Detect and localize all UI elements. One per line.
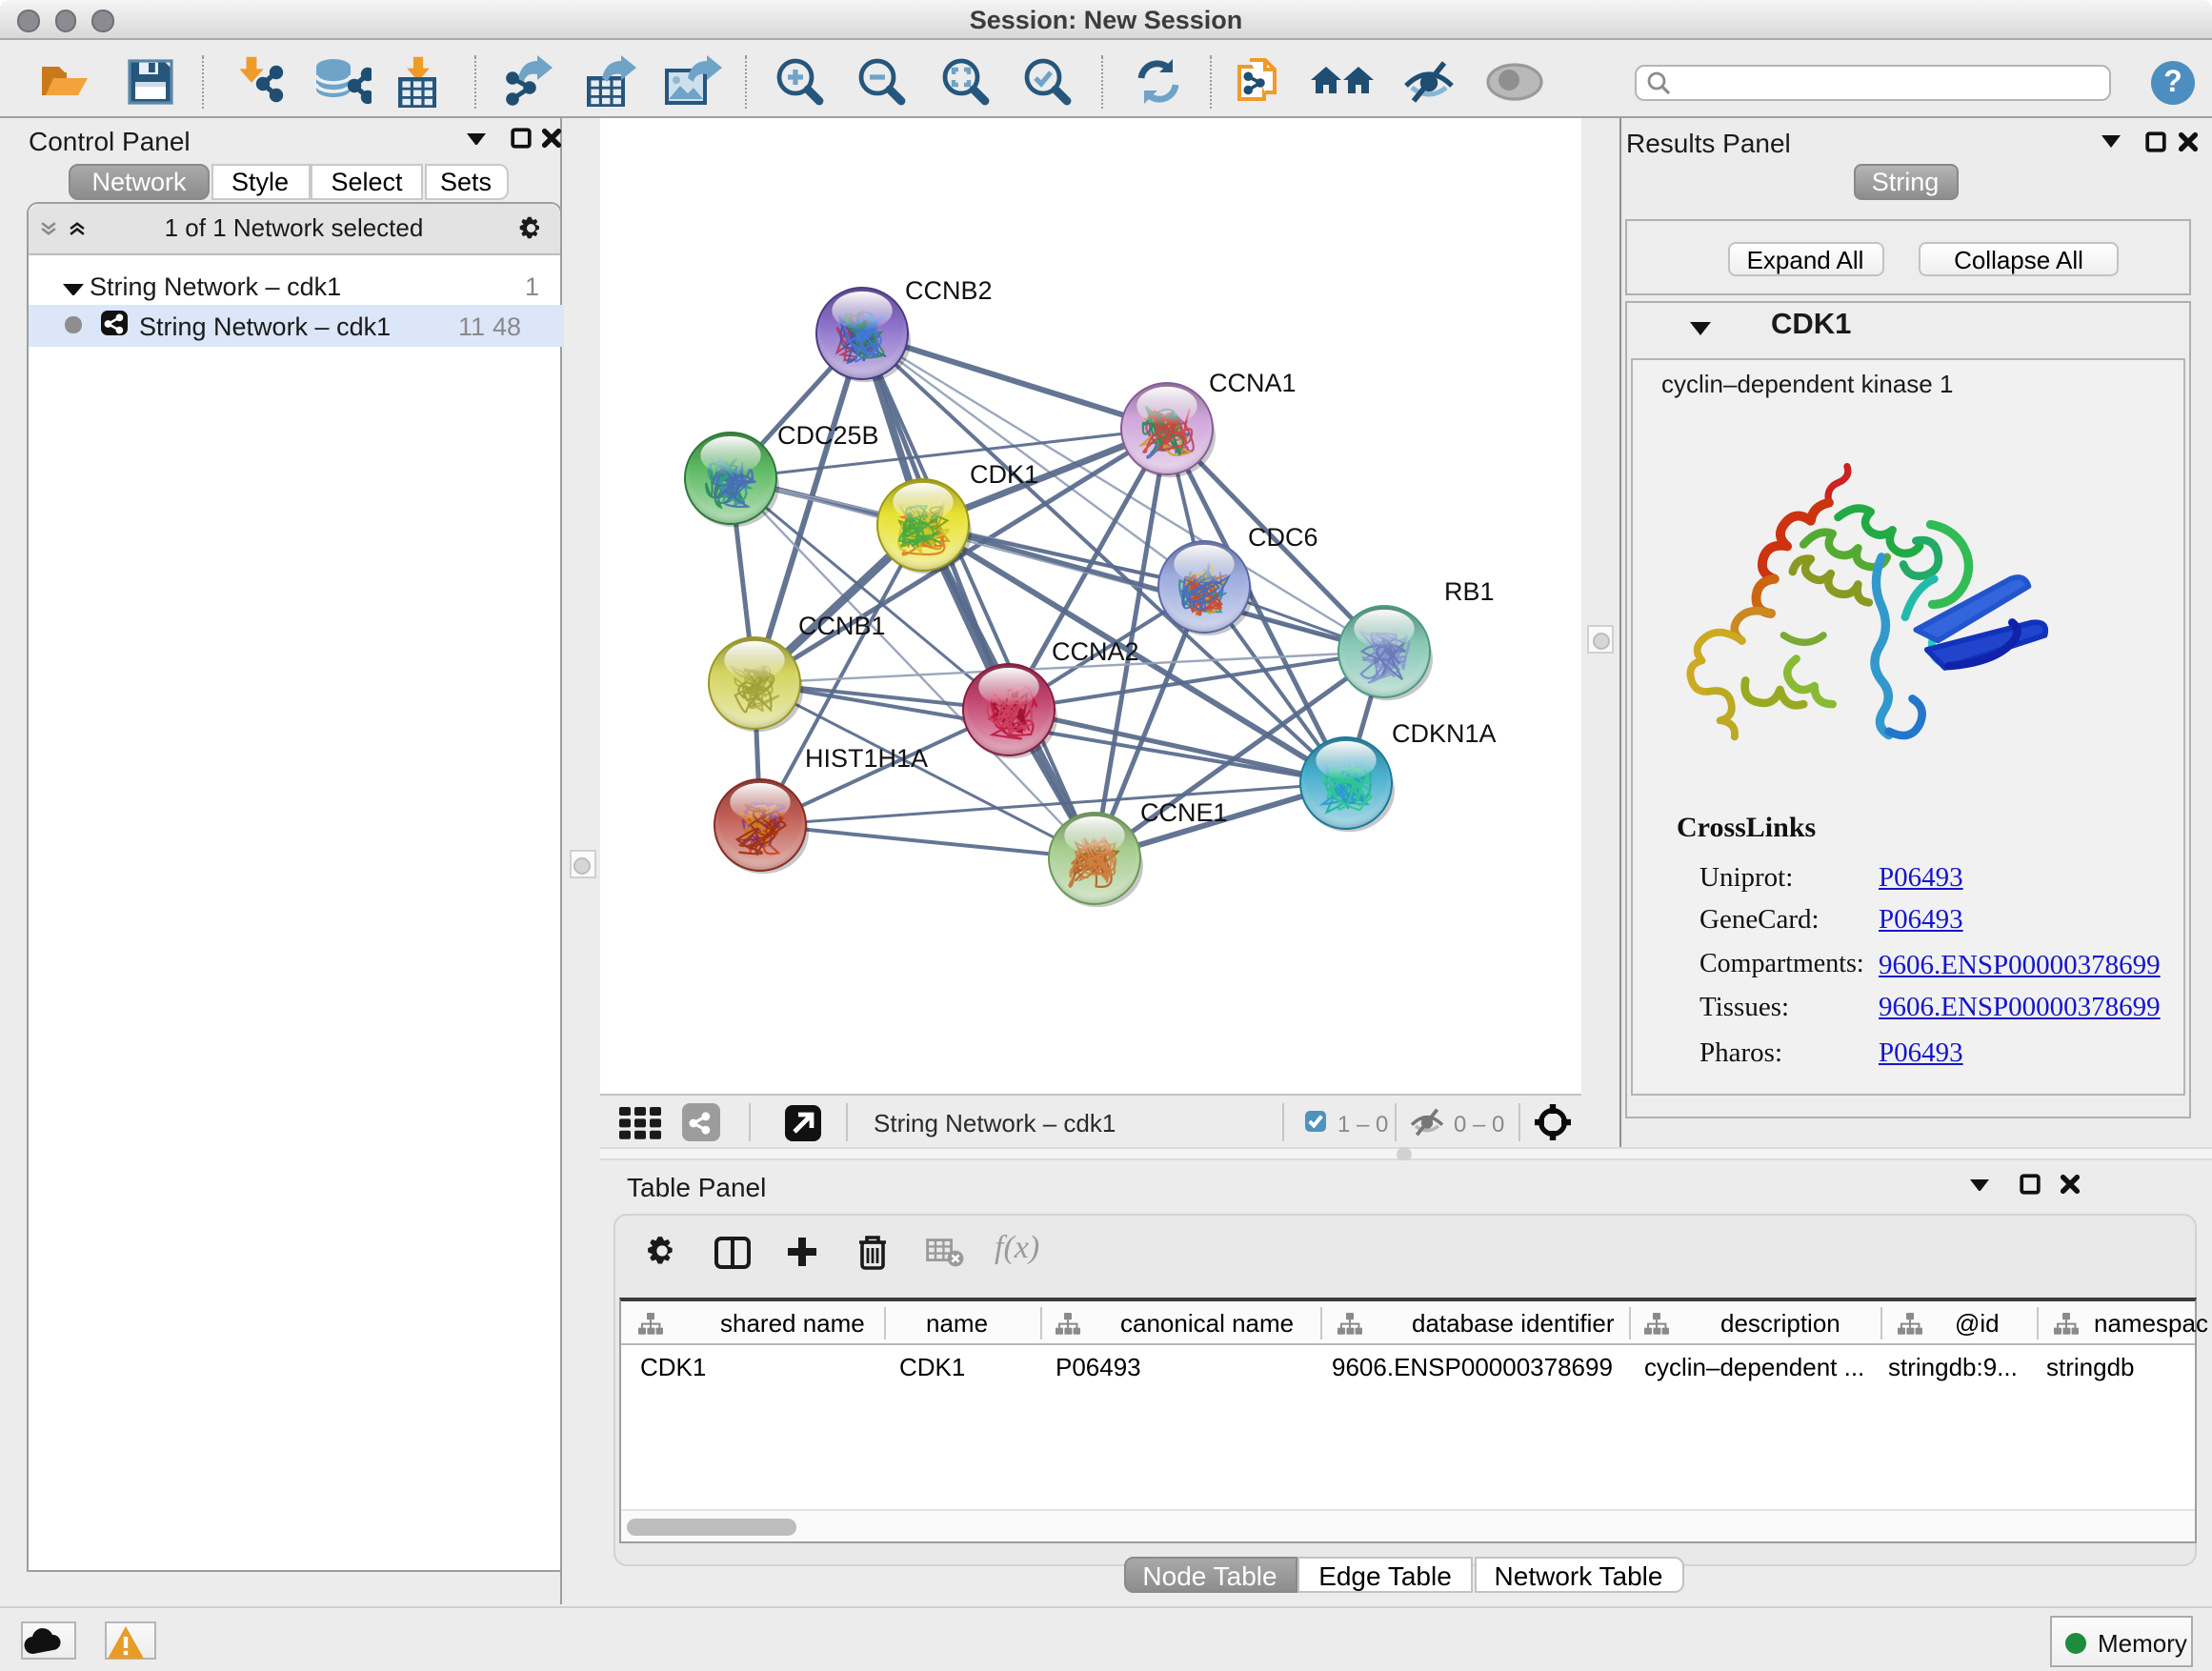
svg-text:CCNA1: CCNA1 <box>1209 369 1297 397</box>
svg-text:CCNE1: CCNE1 <box>1140 798 1228 827</box>
svg-text:CDKN1A: CDKN1A <box>1392 719 1497 748</box>
svg-text:HIST1H1A: HIST1H1A <box>805 744 928 773</box>
svg-text:CCNB2: CCNB2 <box>905 276 993 305</box>
svg-text:RB1: RB1 <box>1444 577 1495 606</box>
svg-text:CDC6: CDC6 <box>1248 523 1318 552</box>
svg-text:CDC25B: CDC25B <box>777 421 879 450</box>
svg-text:CDK1: CDK1 <box>970 460 1038 489</box>
svg-text:CCNB1: CCNB1 <box>798 612 886 640</box>
svg-text:CCNA2: CCNA2 <box>1052 637 1139 666</box>
